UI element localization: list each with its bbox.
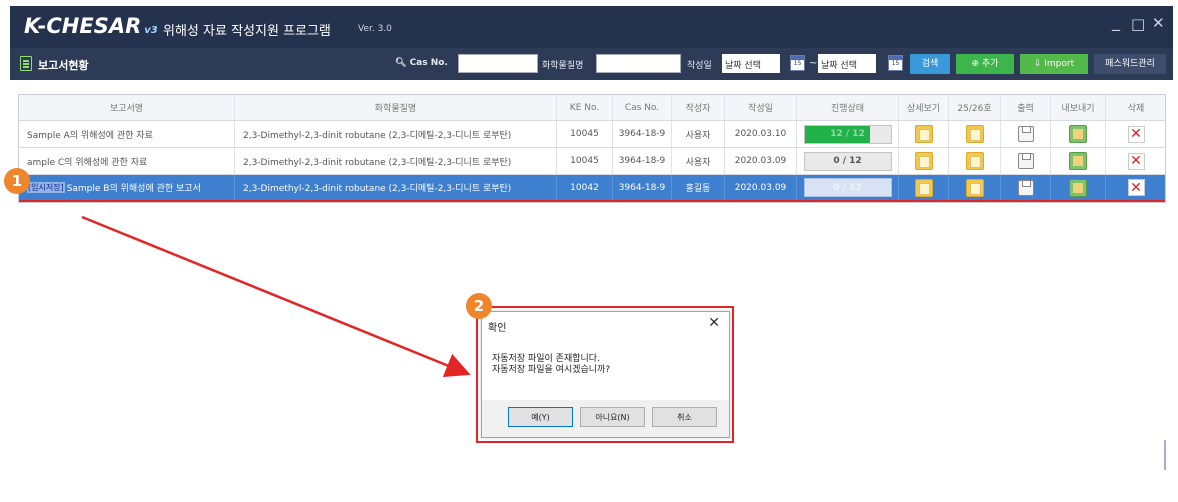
dialog-message: 자동저장 파일이 존재합니다. 자동저장 파일을 여시겠습니까? bbox=[492, 354, 610, 376]
yes-button[interactable]: 예(Y) bbox=[508, 407, 573, 427]
no-button[interactable]: 아니요(N) bbox=[580, 407, 645, 427]
dialog-message-line1: 자동저장 파일이 존재합니다. bbox=[492, 354, 600, 364]
dialog-message-line2: 자동저장 파일을 여시겠습니까? bbox=[492, 365, 611, 375]
scrollbar[interactable] bbox=[1164, 440, 1166, 470]
dialog-footer: 예(Y) 아니요(N) 취소 bbox=[482, 400, 729, 437]
step-2-badge: 2 bbox=[466, 293, 492, 319]
dialog-close-icon[interactable]: ✕ bbox=[708, 315, 720, 331]
dialog-title: 확인 bbox=[488, 323, 507, 334]
cancel-button[interactable]: 취소 bbox=[652, 407, 717, 427]
confirm-dialog: 확인 ✕ 자동저장 파일이 존재합니다. 자동저장 파일을 여시겠습니까? 예(… bbox=[481, 311, 730, 438]
step-1-badge: 1 bbox=[4, 168, 30, 194]
